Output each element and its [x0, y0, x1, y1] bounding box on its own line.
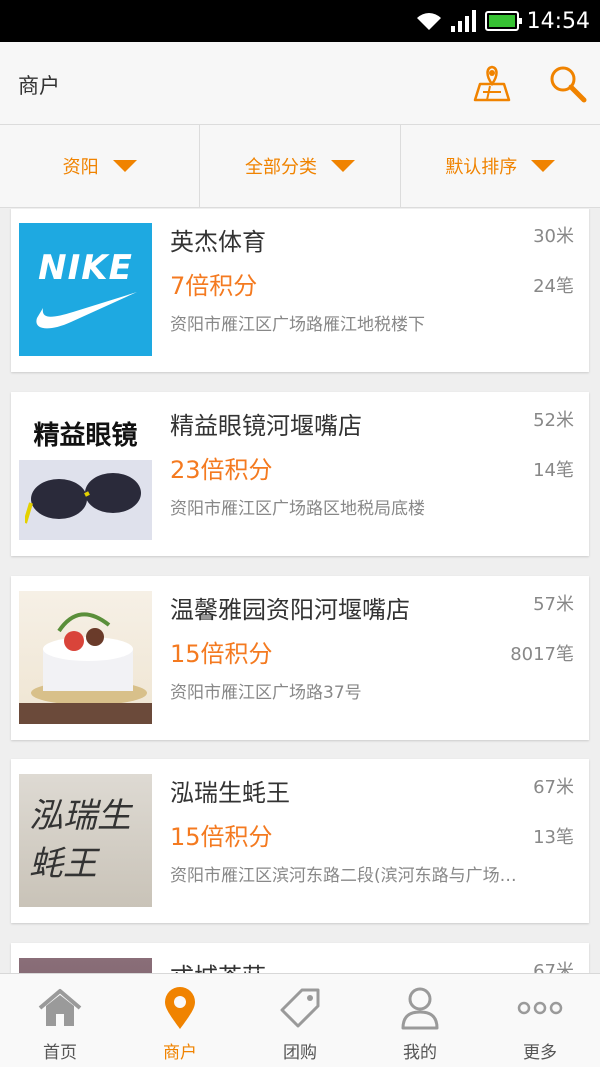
search-button[interactable]: [546, 62, 590, 106]
merchant-transaction-count: 24笔: [533, 276, 574, 297]
status-time: 14:54: [526, 8, 590, 34]
tab-home[interactable]: 首页: [0, 974, 120, 1067]
bottom-tab-bar: 首页 商户 团购 我的 更多: [0, 973, 600, 1067]
filter-category[interactable]: 全部分类: [200, 125, 401, 207]
battery-icon: [484, 11, 522, 31]
oyster-logo-text: 泓瑞生蚝王: [29, 796, 131, 884]
merchant-distance: 67米: [533, 777, 574, 798]
merchant-thumbnail: 泓瑞生蚝王: [19, 774, 152, 907]
merchant-distance: 57米: [533, 594, 574, 615]
merchant-card[interactable]: 温馨雅园资阳河堰嘴店 15倍积分 资阳市雁江区广场路37号 57米 8017笔: [11, 576, 589, 740]
sunglasses-icon: [25, 473, 141, 524]
signal-icon: [450, 10, 476, 32]
merchant-points: 15倍积分: [170, 640, 273, 668]
cake-icon: [19, 612, 152, 724]
tab-merchants-label: 商户: [163, 1043, 197, 1063]
tab-group-buy[interactable]: 团购: [240, 974, 360, 1067]
tab-more[interactable]: 更多: [480, 974, 600, 1067]
swoosh-icon: [35, 291, 137, 328]
caret-down-icon: [112, 160, 137, 172]
merchant-card[interactable]: NIKE 英杰体育 7倍积分 资阳市雁江区广场路雁江地税楼下 30米 24笔: [11, 209, 589, 372]
merchant-transaction-count: 14笔: [533, 460, 574, 481]
merchant-thumbnail: NIKE: [19, 223, 152, 356]
merchant-thumbnail: [19, 958, 152, 973]
caret-down-icon: [531, 160, 556, 172]
merchant-list[interactable]: NIKE 英杰体育 7倍积分 资阳市雁江区广场路雁江地税楼下 30米 24笔 精…: [0, 209, 600, 973]
location-pin-icon: [165, 987, 195, 1029]
search-icon: [550, 66, 587, 103]
merchant-points: 23倍积分: [170, 456, 273, 484]
merchant-name: 泓瑞生蚝王: [170, 779, 290, 807]
merchant-address: 资阳市雁江区广场路雁江地税楼下: [170, 315, 425, 335]
filter-bar: 资阳 全部分类 默认排序: [0, 125, 600, 208]
tab-merchants[interactable]: 商户: [120, 974, 240, 1067]
wifi-icon: [416, 13, 441, 30]
merchant-transaction-count: 13笔: [533, 827, 574, 848]
merchant-address: 资阳市雁江区广场路37号: [170, 683, 362, 703]
merchant-distance: 52米: [533, 410, 574, 431]
merchant-address: 资阳市雁江区滨河东路二段(滨河东路与广场…: [170, 866, 517, 886]
status-bar: 14:54: [0, 0, 600, 42]
filter-category-label: 全部分类: [244, 157, 317, 178]
filter-sort[interactable]: 默认排序: [401, 125, 600, 207]
merchant-points: 15倍积分: [170, 823, 273, 851]
home-icon: [38, 989, 82, 1026]
merchant-distance: 67米: [533, 961, 574, 973]
tag-icon: [280, 988, 320, 1028]
merchant-card[interactable]: 戎城茶莊 67米: [11, 943, 589, 973]
merchant-transaction-count: 8017笔: [510, 644, 574, 665]
merchant-thumbnail: [19, 591, 152, 724]
merchant-distance: 30米: [533, 226, 574, 247]
more-icon: [517, 1001, 563, 1015]
caret-down-icon: [330, 160, 355, 172]
person-icon: [401, 987, 439, 1030]
map-icon: [473, 65, 511, 102]
tab-profile-label: 我的: [403, 1043, 437, 1063]
merchant-address: 资阳市雁江区广场路区地税局底楼: [170, 499, 425, 519]
tab-profile[interactable]: 我的: [360, 974, 480, 1067]
filter-city-label: 资阳: [62, 157, 99, 178]
merchant-points: 7倍积分: [170, 272, 258, 300]
page-title: 商户: [18, 74, 60, 98]
merchant-card[interactable]: 泓瑞生蚝王 泓瑞生蚝王 15倍积分 资阳市雁江区滨河东路二段(滨河东路与广场… …: [11, 759, 589, 923]
status-icons: 14:54: [415, 6, 590, 36]
merchant-name: 戎城茶莊: [170, 957, 266, 973]
nike-logo: NIKE: [38, 247, 133, 288]
glasses-logo-text: 精益眼镜: [33, 421, 138, 451]
tab-group-buy-label: 团购: [283, 1043, 317, 1063]
merchant-card[interactable]: 精益眼镜 精益眼镜河堰嘴店 23倍积分 资阳市雁江区广场路区地税局底楼 52米 …: [11, 392, 589, 556]
merchant-name: 温馨雅园资阳河堰嘴店: [170, 596, 410, 624]
merchant-thumbnail: 精益眼镜: [19, 407, 152, 540]
map-button[interactable]: [470, 62, 514, 106]
merchant-name: 精益眼镜河堰嘴店: [170, 412, 362, 440]
tab-home-label: 首页: [43, 1043, 77, 1063]
filter-city[interactable]: 资阳: [0, 125, 201, 207]
tab-more-label: 更多: [523, 1043, 557, 1063]
filter-sort-label: 默认排序: [445, 157, 518, 178]
app-bar: 商户: [0, 42, 600, 125]
merchant-name: 英杰体育: [170, 228, 266, 256]
